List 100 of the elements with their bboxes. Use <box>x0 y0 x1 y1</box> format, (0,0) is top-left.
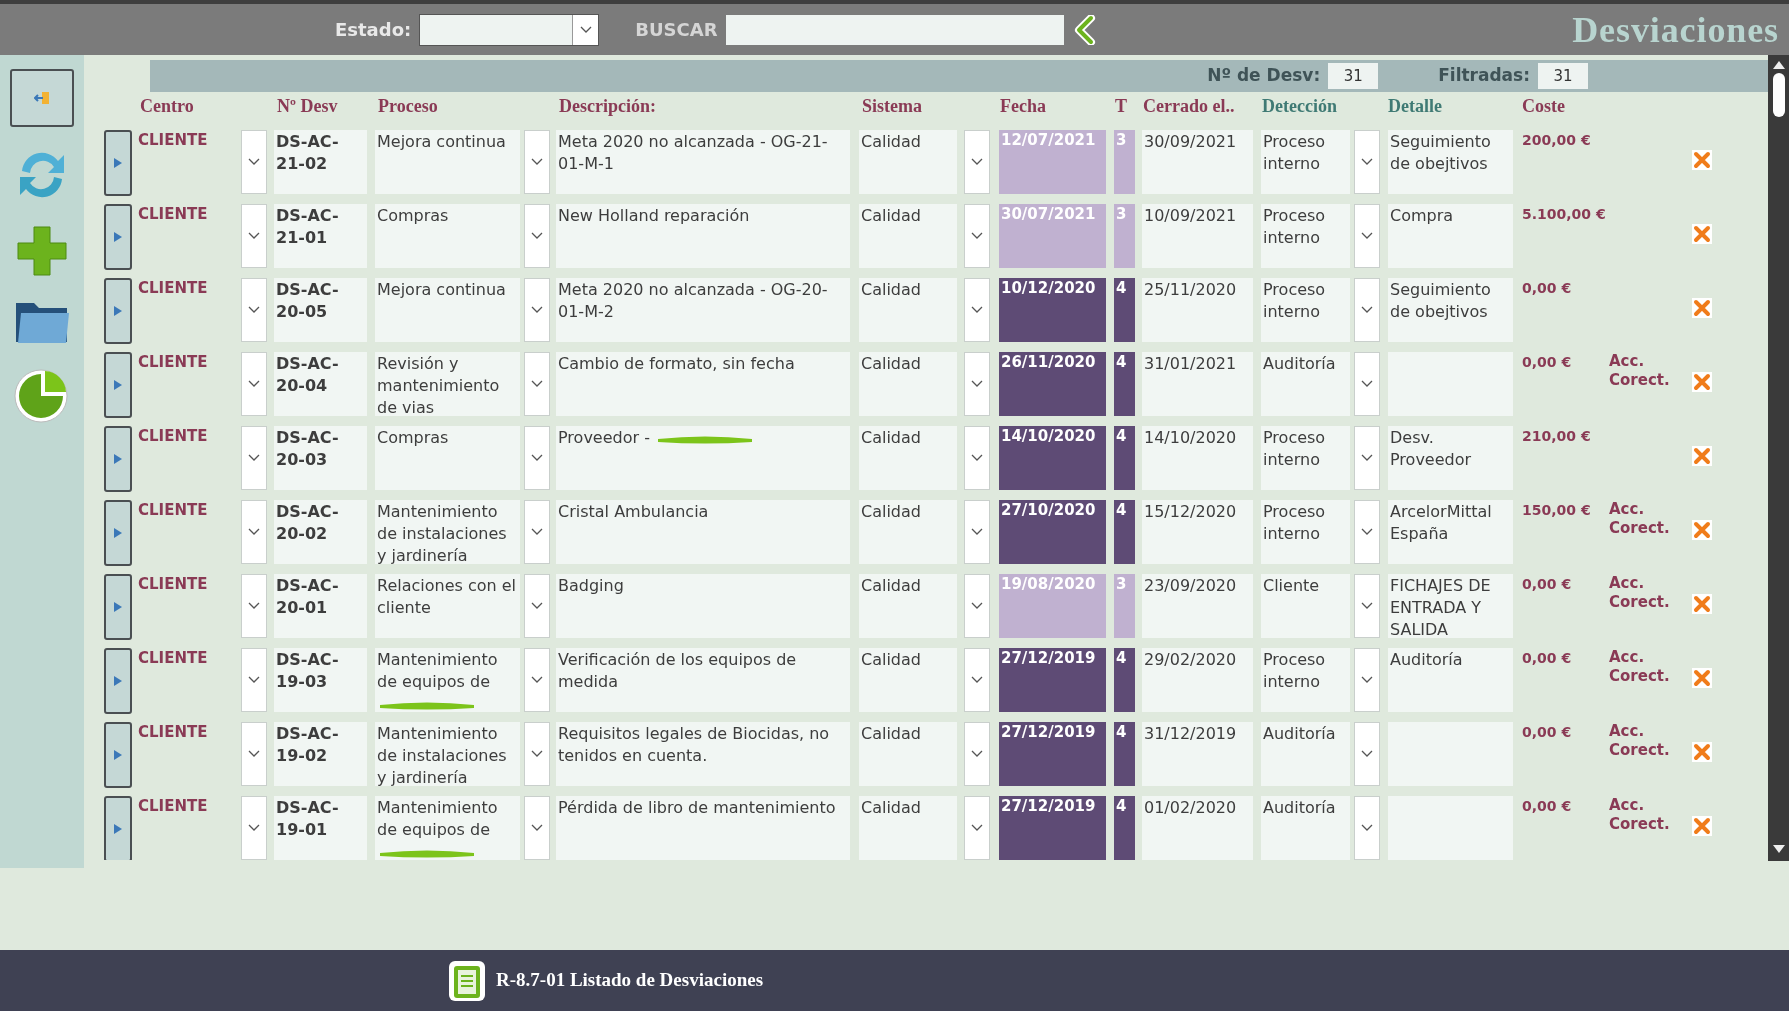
checkbox[interactable] <box>1692 150 1712 170</box>
descripcion-cell: Meta 2020 no alcanzada - OG-20-01-M-2 <box>556 278 850 342</box>
dropdown-button[interactable] <box>964 500 990 564</box>
checkbox[interactable] <box>1692 446 1712 466</box>
expand-button[interactable] <box>104 278 132 344</box>
checkbox[interactable] <box>1692 224 1712 244</box>
checkbox[interactable] <box>1692 668 1712 688</box>
dropdown-button[interactable] <box>1354 278 1380 342</box>
dropdown-button[interactable] <box>964 722 990 786</box>
column-header: Descripción: <box>559 95 656 118</box>
search-field[interactable] <box>725 14 1064 45</box>
dropdown-button[interactable] <box>1354 426 1380 490</box>
dropdown-button[interactable] <box>964 130 990 194</box>
chevron-down-icon <box>1361 232 1373 240</box>
dropdown-button[interactable] <box>964 278 990 342</box>
deteccion-cell: Proceso interno <box>1261 426 1350 490</box>
dropdown-button[interactable] <box>1354 352 1380 416</box>
type-cell: 3 <box>1114 204 1135 268</box>
dropdown-button[interactable] <box>1354 130 1380 194</box>
dropdown-button[interactable] <box>241 204 267 268</box>
dropdown-button[interactable] <box>524 426 550 490</box>
scroll-down-icon[interactable] <box>1772 845 1785 853</box>
expand-button[interactable] <box>104 130 132 196</box>
dropdown-button[interactable] <box>524 278 550 342</box>
play-icon <box>114 750 122 760</box>
desv-number-cell: DS-AC-20-04 <box>274 352 367 416</box>
type-cell: 4 <box>1114 500 1135 564</box>
exit-button[interactable] <box>10 69 74 127</box>
dropdown-button[interactable] <box>1354 500 1380 564</box>
estado-select[interactable] <box>419 13 600 46</box>
descripcion-cell: Meta 2020 no alcanzada - OG-21-01-M-1 <box>556 130 850 194</box>
dropdown-button[interactable] <box>1354 722 1380 786</box>
deteccion-cell: Auditoría <box>1261 796 1350 860</box>
dropdown-button[interactable] <box>241 426 267 490</box>
expand-button[interactable] <box>104 500 132 566</box>
dropdown-button[interactable] <box>524 130 550 194</box>
column-header: Coste <box>1522 95 1565 118</box>
total-label: Nº de Desv: <box>1207 64 1321 88</box>
chevron-down-icon <box>248 380 260 388</box>
scroll-thumb[interactable] <box>1772 73 1785 117</box>
dropdown-button[interactable] <box>241 574 267 638</box>
chevron-down-icon <box>971 158 983 166</box>
dropdown-button[interactable] <box>524 796 550 860</box>
column-header: T <box>1115 95 1127 118</box>
dropdown-button[interactable] <box>241 722 267 786</box>
expand-button[interactable] <box>104 648 132 714</box>
dropdown-button[interactable] <box>524 574 550 638</box>
dropdown-button[interactable] <box>964 796 990 860</box>
fecha-cell: 10/12/2020 <box>999 278 1106 342</box>
centro-text: CLIENTE <box>138 426 209 446</box>
exit-arrow-icon <box>34 91 50 105</box>
desv-number-cell: DS-AC-19-03 <box>274 648 367 712</box>
chevron-down-icon <box>531 676 543 684</box>
coste-text: 0,00 € <box>1522 723 1573 742</box>
dropdown-button[interactable] <box>241 796 267 860</box>
dropdown-button[interactable] <box>524 500 550 564</box>
dropdown-button[interactable] <box>964 352 990 416</box>
chevron-down-icon <box>248 824 260 832</box>
checkbox[interactable] <box>1692 816 1712 836</box>
dropdown-button[interactable] <box>524 352 550 416</box>
desv-number-cell: DS-AC-21-02 <box>274 130 367 194</box>
checkbox[interactable] <box>1692 594 1712 614</box>
checkbox[interactable] <box>1692 298 1712 318</box>
cross-icon <box>1693 225 1711 243</box>
expand-button[interactable] <box>104 796 132 860</box>
dropdown-button[interactable] <box>241 500 267 564</box>
dropdown-button[interactable] <box>241 130 267 194</box>
dropdown-button[interactable] <box>1354 648 1380 712</box>
dropdown-button[interactable] <box>964 574 990 638</box>
dropdown-button[interactable] <box>964 204 990 268</box>
dropdown-button[interactable] <box>524 722 550 786</box>
expand-button[interactable] <box>104 722 132 788</box>
checkbox[interactable] <box>1692 742 1712 762</box>
expand-button[interactable] <box>104 426 132 492</box>
scroll-up-icon[interactable] <box>1772 61 1785 69</box>
dropdown-button[interactable] <box>241 278 267 342</box>
accion-text: Acc. Corect. <box>1609 500 1671 538</box>
back-chevron-icon[interactable] <box>1073 14 1096 45</box>
expand-button[interactable] <box>104 352 132 418</box>
dropdown-button[interactable] <box>964 648 990 712</box>
detalle-cell: FICHAJES DE ENTRADA Y SALIDA <box>1388 574 1513 638</box>
checkbox[interactable] <box>1692 520 1712 540</box>
dropdown-button[interactable] <box>524 648 550 712</box>
dropdown-button[interactable] <box>1354 796 1380 860</box>
chevron-down-icon <box>531 824 543 832</box>
dropdown-button[interactable] <box>241 352 267 416</box>
expand-button[interactable] <box>104 204 132 270</box>
dropdown-button[interactable] <box>1354 204 1380 268</box>
centro-text: CLIENTE <box>138 278 209 298</box>
dropdown-button[interactable] <box>1354 574 1380 638</box>
dropdown-button[interactable] <box>964 426 990 490</box>
checkbox[interactable] <box>1692 372 1712 392</box>
dropdown-button[interactable] <box>241 648 267 712</box>
play-icon <box>114 454 122 464</box>
chevron-down-icon <box>248 306 260 314</box>
dropdown-button[interactable] <box>524 204 550 268</box>
scrollbar[interactable] <box>1768 55 1789 861</box>
plus-icon[interactable] <box>14 223 70 279</box>
descripcion-cell: Badging <box>556 574 850 638</box>
expand-button[interactable] <box>104 574 132 640</box>
